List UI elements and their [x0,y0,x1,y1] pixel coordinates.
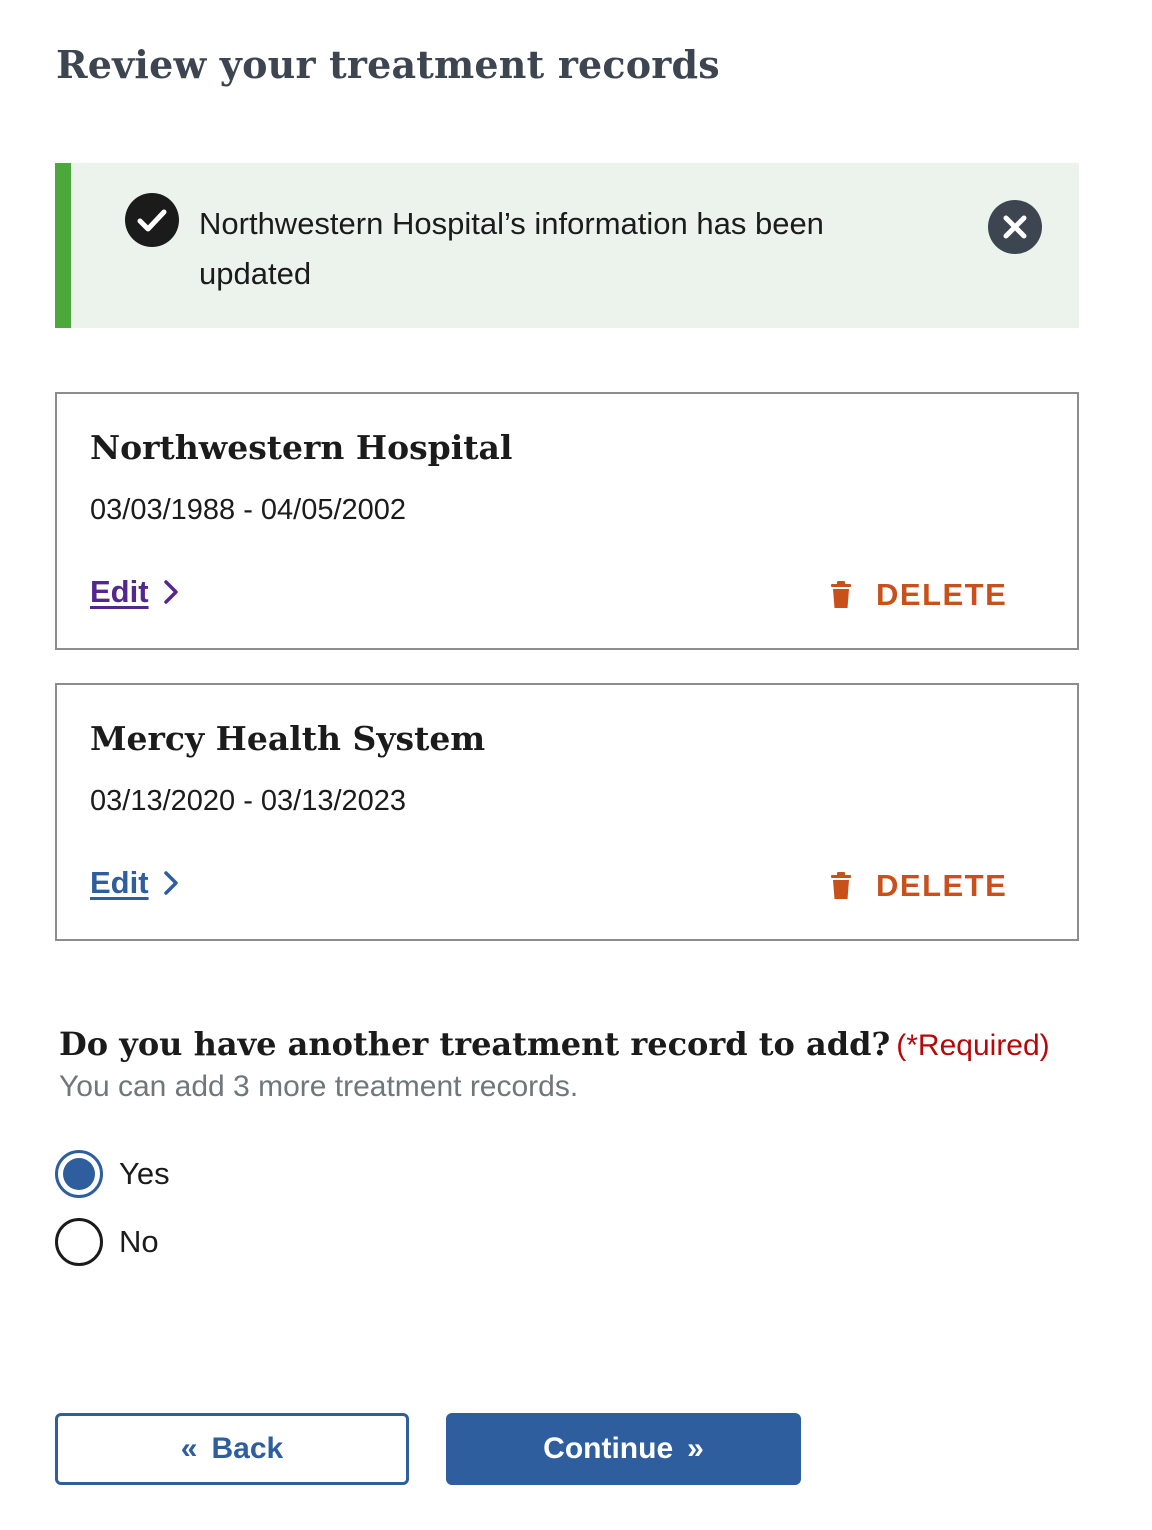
continue-label: Continue [543,1432,674,1465]
continue-button[interactable]: Continue » [446,1413,801,1485]
edit-record-link[interactable]: Edit [90,865,179,901]
add-record-question: Do you have another treatment record to … [59,1025,1050,1063]
radio-button-checked[interactable] [55,1150,103,1198]
record-name: Mercy Health System [90,719,486,758]
required-label: (*Required) [896,1029,1050,1062]
radio-label: Yes [119,1156,170,1191]
close-alert-button[interactable] [988,200,1042,254]
trash-icon [830,581,852,609]
radio-option-no[interactable]: No [55,1218,159,1266]
edit-label: Edit [90,574,149,609]
chevron-right-icon [163,870,179,896]
page-title: Review your treatment records [56,42,720,87]
record-dates: 03/13/2020 - 03/13/2023 [90,785,407,817]
record-dates: 03/03/1988 - 04/05/2002 [90,494,407,526]
double-chevron-right-icon: » [687,1432,704,1465]
question-text: Do you have another treatment record to … [59,1025,891,1063]
chevron-right-icon [163,579,179,605]
radio-label: No [119,1224,159,1259]
trash-icon [830,872,852,900]
delete-label: DELETE [876,868,1008,903]
radio-option-yes[interactable]: Yes [55,1150,170,1198]
double-chevron-left-icon: « [180,1432,198,1465]
delete-record-button[interactable]: DELETE [830,577,1007,613]
question-hint: You can add 3 more treatment records. [59,1070,579,1103]
record-name: Northwestern Hospital [90,428,513,467]
alert-message: Northwestern Hospital’s information has … [199,206,824,291]
close-circle-icon [1003,215,1027,239]
delete-record-button[interactable]: DELETE [830,868,1007,904]
record-card: Northwestern Hospital 03/03/1988 - 04/05… [55,392,1079,650]
back-label: Back [211,1432,284,1465]
back-button[interactable]: « Back [55,1413,409,1485]
delete-label: DELETE [876,577,1008,612]
record-card: Mercy Health System 03/13/2020 - 03/13/2… [55,683,1079,941]
radio-button-unchecked[interactable] [55,1218,103,1266]
check-circle-icon [125,193,179,247]
edit-record-link[interactable]: Edit [90,574,179,610]
edit-label: Edit [90,865,149,900]
success-alert: Northwestern Hospital’s information has … [55,163,1079,328]
